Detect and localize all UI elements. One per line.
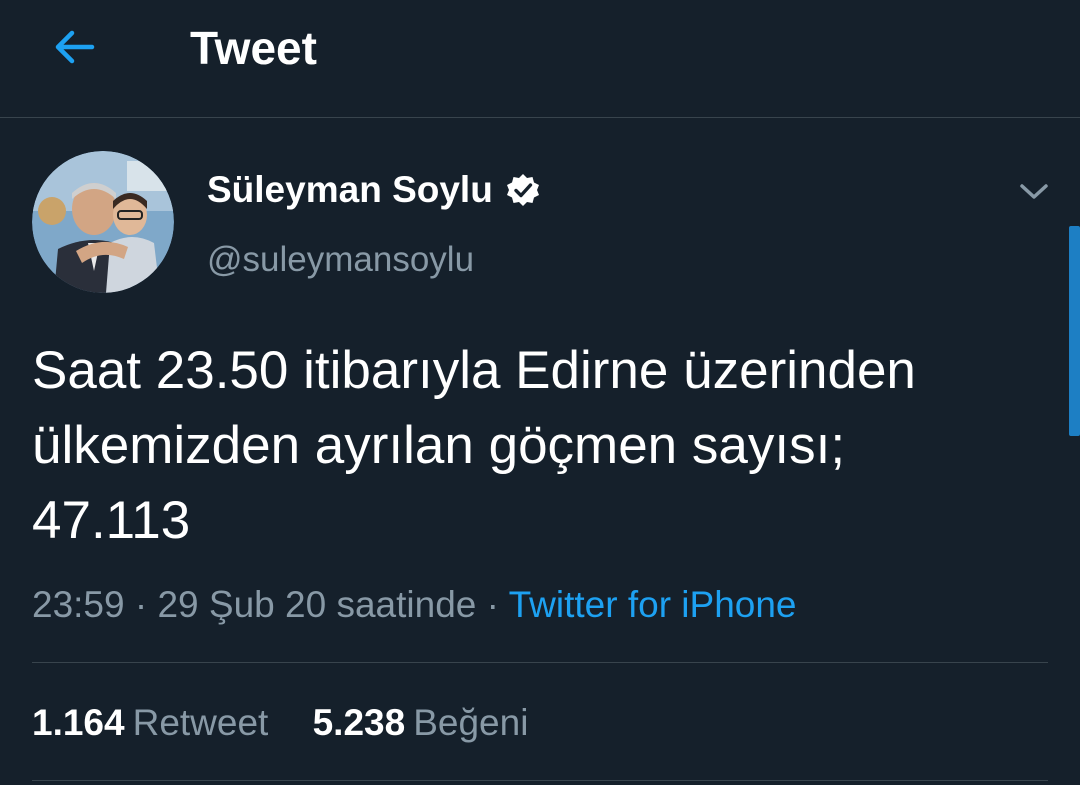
tweet-detail-screen: Tweet Süleyman Soylu @suleymansoylu Saat… [0, 0, 1080, 785]
like-label: Beğeni [413, 702, 529, 743]
author-handle[interactable]: @suleymansoylu [207, 238, 474, 282]
meta-separator: · [134, 584, 148, 625]
author-display-name: Süleyman Soylu [207, 169, 493, 210]
scrollbar-thumb[interactable] [1069, 226, 1080, 436]
like-stat[interactable]: 5.238 Beğeni [313, 697, 529, 749]
divider [32, 780, 1048, 781]
avatar[interactable] [32, 151, 174, 293]
verified-badge-icon [506, 174, 539, 206]
arrow-left-icon [55, 30, 95, 64]
tweet-time: 23:59 [32, 584, 125, 625]
chevron-down-icon [1020, 184, 1048, 199]
top-app-bar: Tweet [0, 0, 1080, 118]
tweet-text: Saat 23.50 itibarıyla Edirne üzerinden ü… [32, 341, 916, 550]
tweet-source-link[interactable]: Twitter for iPhone [509, 584, 797, 625]
page-title: Tweet [190, 22, 317, 74]
profile-photo [32, 151, 174, 293]
retweet-label: Retweet [132, 702, 269, 743]
tweet-meta: 23:59 · 29 Şub 20 saatinde · Twitter for… [32, 580, 797, 630]
author-name-row[interactable]: Süleyman Soylu [207, 168, 541, 212]
divider [32, 662, 1048, 663]
like-count: 5.238 [312, 702, 406, 743]
back-button[interactable] [46, 22, 102, 72]
meta-separator: · [486, 584, 499, 625]
retweet-stat[interactable]: 1.164 Retweet [32, 697, 268, 749]
tweet-stats: 1.164 Retweet 5.238 Beğeni [32, 697, 528, 749]
tweet-options-button[interactable] [1012, 170, 1056, 214]
retweet-count: 1.164 [32, 702, 125, 743]
tweet-date: 29 Şub 20 saatinde [157, 584, 477, 625]
